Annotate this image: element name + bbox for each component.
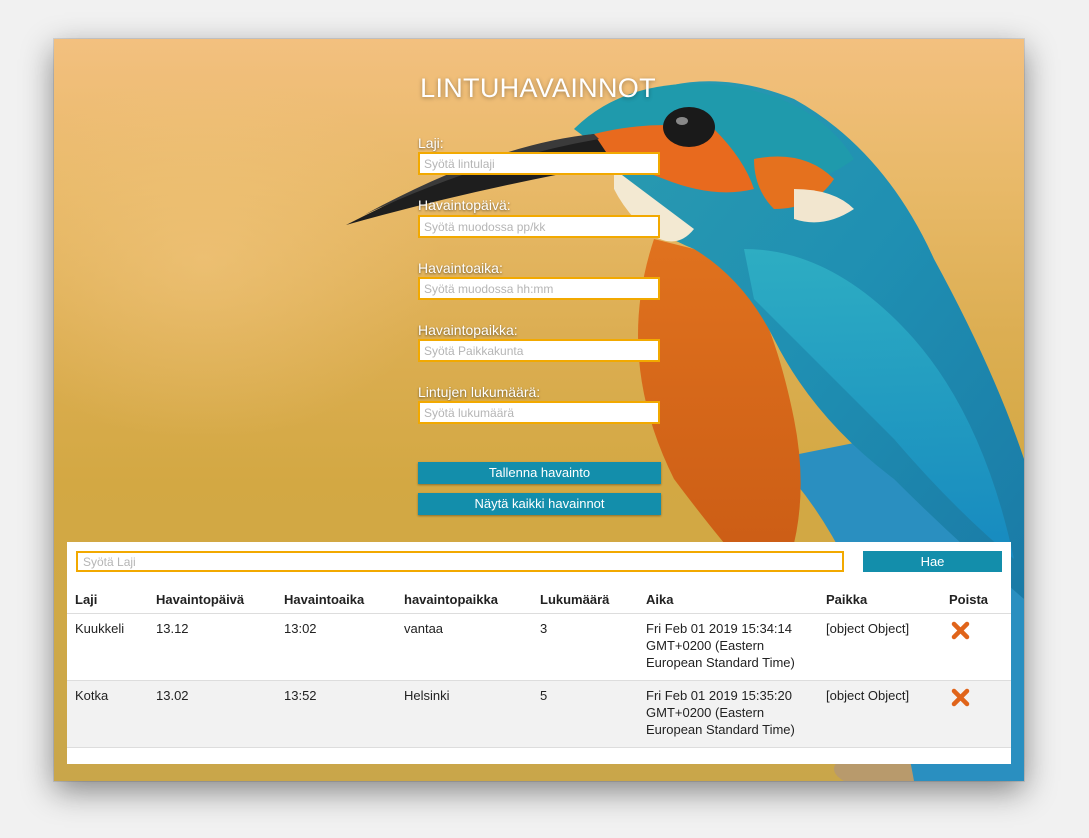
- column-header-havaintopaikka: havaintopaikka: [396, 585, 532, 614]
- cell-lukumaara: 5: [532, 680, 638, 748]
- save-observation-button[interactable]: Tallenna havainto: [418, 462, 661, 484]
- cell-aika: Fri Feb 01 2019 15:35:20 GMT+0200 (Easte…: [638, 680, 818, 748]
- species-search-input[interactable]: [76, 551, 844, 572]
- date-label: Havaintopäivä:: [418, 197, 511, 213]
- delete-x-icon[interactable]: [951, 620, 971, 640]
- cell-havaintopaikka: vantaa: [396, 613, 532, 681]
- cell-havaintoaika: 13:52: [276, 680, 396, 748]
- table-row: Kotka 13.02 13:52 Helsinki 5 Fri Feb 01 …: [67, 680, 1011, 748]
- app-window: LINTUHAVAINNOT Laji: Havaintopäivä: Hava…: [54, 39, 1024, 781]
- cell-poista: [941, 680, 1011, 748]
- count-label: Lintujen lukumäärä:: [418, 384, 541, 400]
- cell-lukumaara: 3: [532, 613, 638, 681]
- location-input[interactable]: [418, 339, 660, 362]
- cell-laji: Kotka: [67, 680, 148, 748]
- location-label: Havaintopaikka:: [418, 322, 518, 338]
- page-title: LINTUHAVAINNOT: [420, 73, 656, 103]
- date-input[interactable]: [418, 215, 660, 238]
- cell-paikka: [object Object]: [818, 613, 941, 681]
- time-input[interactable]: [418, 277, 660, 300]
- observations-table: Laji Havaintopäivä Havaintoaika havainto…: [67, 585, 1011, 748]
- table-row: Kuukkeli 13.12 13:02 vantaa 3 Fri Feb 01…: [67, 613, 1011, 681]
- search-button[interactable]: Hae: [863, 551, 1002, 572]
- cell-havaintopaiva: 13.02: [148, 680, 276, 748]
- cell-poista: [941, 613, 1011, 681]
- cell-havaintopaiva: 13.12: [148, 613, 276, 681]
- column-header-poista: Poista: [941, 585, 1011, 614]
- show-all-observations-button[interactable]: Näytä kaikki havainnot: [418, 493, 661, 515]
- column-header-havaintopaiva: Havaintopäivä: [148, 585, 276, 614]
- column-header-paikka: Paikka: [818, 585, 941, 614]
- cell-laji: Kuukkeli: [67, 613, 148, 681]
- time-label: Havaintoaika:: [418, 260, 503, 276]
- count-input[interactable]: [418, 401, 660, 424]
- cell-paikka: [object Object]: [818, 680, 941, 748]
- column-header-lukumaara: Lukumäärä: [532, 585, 638, 614]
- column-header-aika: Aika: [638, 585, 818, 614]
- delete-x-icon[interactable]: [951, 687, 971, 707]
- species-input[interactable]: [418, 152, 660, 175]
- cell-havaintopaikka: Helsinki: [396, 680, 532, 748]
- column-header-laji: Laji: [67, 585, 148, 614]
- cell-havaintoaika: 13:02: [276, 613, 396, 681]
- column-header-havaintoaika: Havaintoaika: [276, 585, 396, 614]
- table-header-row: Laji Havaintopäivä Havaintoaika havainto…: [67, 585, 1011, 614]
- results-panel: Hae Laji Havaintopäivä Havaintoaika hava…: [67, 542, 1011, 764]
- species-label: Laji:: [418, 135, 444, 151]
- cell-aika: Fri Feb 01 2019 15:34:14 GMT+0200 (Easte…: [638, 613, 818, 681]
